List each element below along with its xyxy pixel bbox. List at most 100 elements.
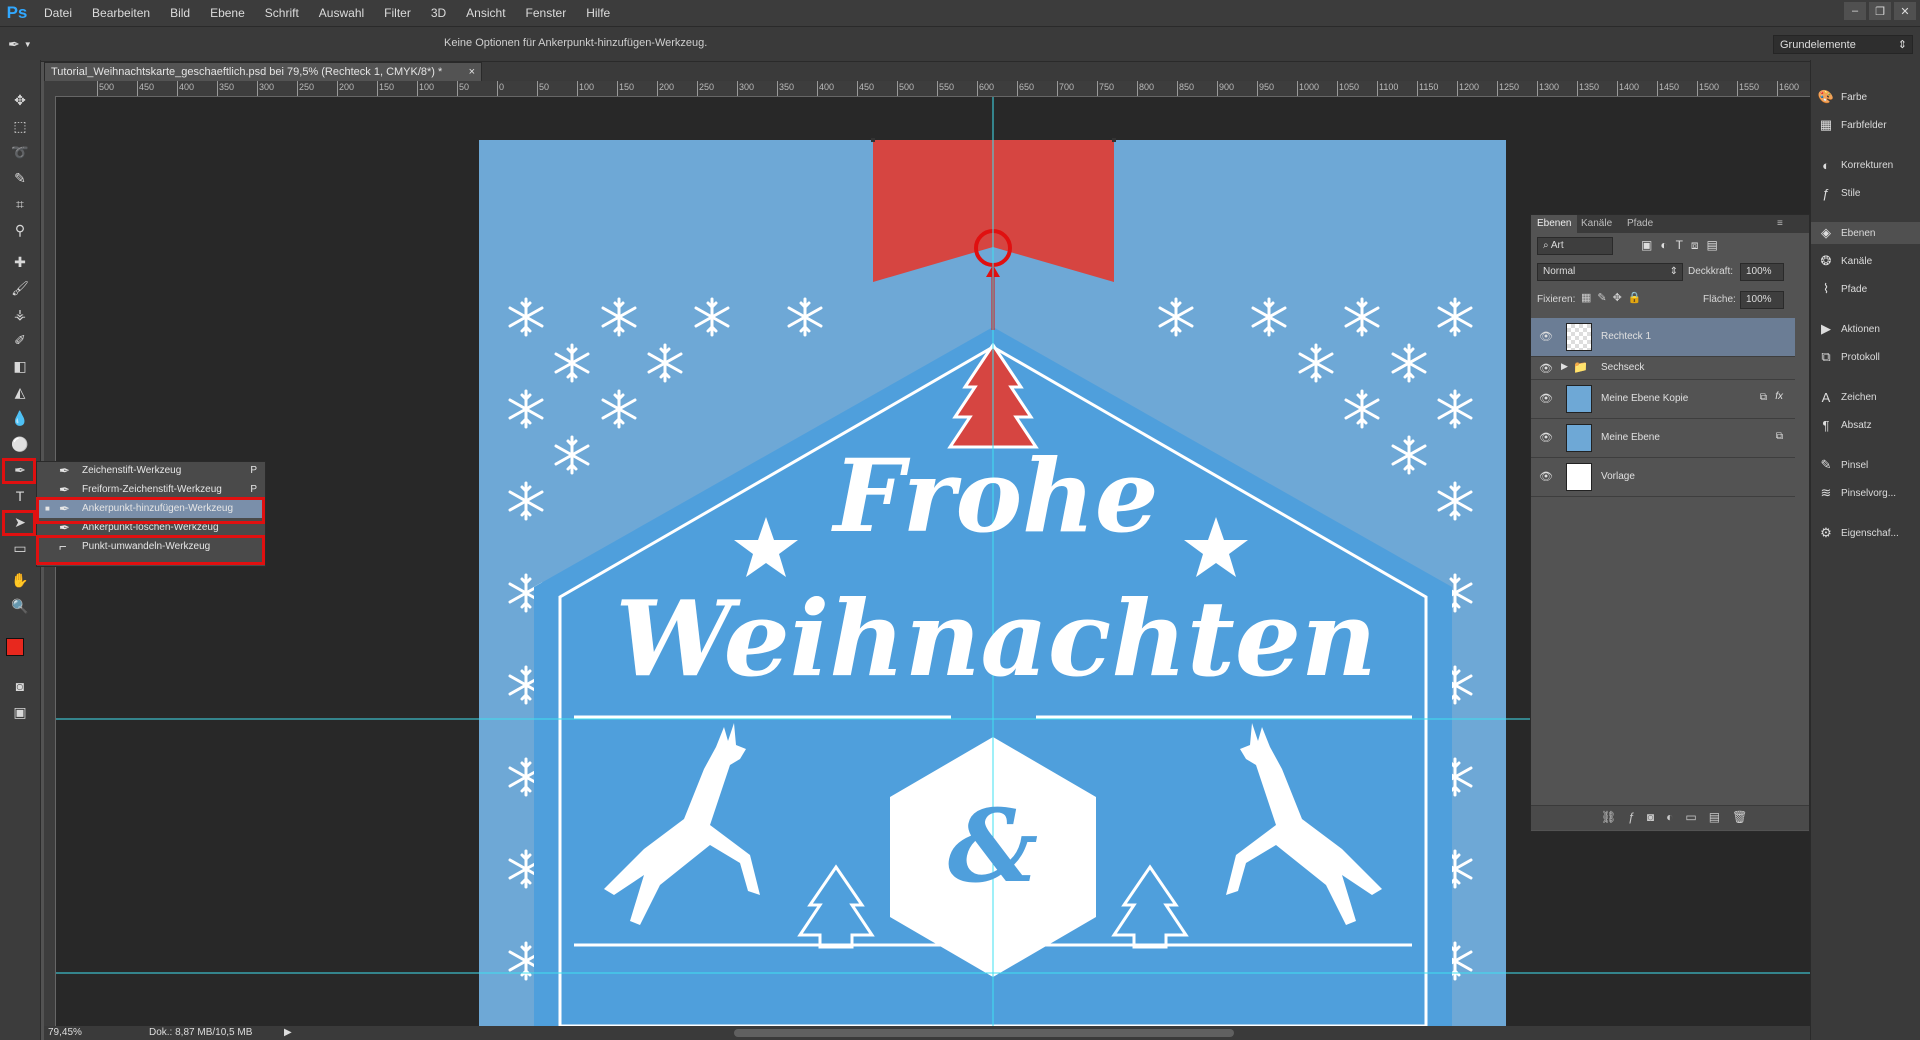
ruler-tick-label: 400 (179, 82, 195, 92)
healing-tool-icon[interactable]: ✚ (6, 250, 34, 274)
ruler-tick-label: 300 (259, 82, 275, 92)
horizontal-ruler[interactable]: 500 450 400 350 300 250 200 150 100 50 0 50 100 150 20… (44, 81, 1810, 97)
visibility-eye-icon[interactable]: 👁 (1539, 392, 1553, 405)
dodge-tool-icon[interactable]: ⚪ (6, 432, 34, 456)
tab-kanaele[interactable]: Kanäle (1575, 215, 1618, 233)
shape-tool-icon[interactable]: ▭ (6, 536, 34, 560)
menu-auswahl[interactable]: Auswahl (309, 0, 374, 26)
ruler-tick-label: 600 (979, 82, 995, 92)
layer-row-rechteck-1[interactable]: 👁 Rechteck 1 (1531, 318, 1795, 357)
stamp-tool-icon[interactable]: ⚶ (6, 302, 34, 326)
restore-button[interactable]: ❐ (1869, 2, 1891, 20)
tab-ebenen[interactable]: Ebenen (1531, 215, 1578, 233)
dock-kanaele[interactable]: ❂ Kanäle (1811, 250, 1920, 272)
close-button[interactable]: ✕ (1894, 2, 1916, 20)
ruler-tick-label: 950 (1259, 82, 1275, 92)
layer-row-meine-ebene-kopie[interactable]: 👁 Meine Ebene Kopie ⧉ fx (1531, 380, 1795, 419)
flyout-item-convert-point[interactable]: ⌐ Punkt-umwandeln-Werkzeug (37, 538, 265, 556)
menu-ansicht[interactable]: Ansicht (456, 0, 515, 26)
history-brush-icon[interactable]: ✐ (6, 328, 34, 352)
quick-select-tool-icon[interactable]: ✎ (6, 166, 34, 190)
move-tool-icon[interactable]: ✥ (6, 88, 34, 112)
type-tool-icon[interactable]: T (6, 484, 34, 508)
blend-mode-select[interactable]: Normal ⇕ (1537, 263, 1683, 281)
ruler-tick-label: 50 (459, 82, 470, 92)
flyout-item-pen[interactable]: ✒ Zeichenstift-Werkzeug P (37, 462, 265, 480)
close-tab-icon[interactable]: × (469, 63, 475, 82)
ruler-tick-label: 250 (299, 82, 315, 92)
dock-korrekturen[interactable]: ◐ Korrekturen (1811, 154, 1920, 176)
panel-menu-icon[interactable]: ≡ (1771, 215, 1789, 233)
minimize-button[interactable]: – (1844, 2, 1866, 20)
dock-stile[interactable]: ƒ Stile (1811, 182, 1920, 204)
zoom-tool-icon[interactable]: 🔍 (6, 594, 34, 618)
layer-action-icons[interactable]: ⛓ƒ◙◐▭▤🗑 (1601, 810, 1759, 824)
screen-mode-icon[interactable]: ▣ (6, 700, 34, 724)
tab-pfade[interactable]: Pfade (1621, 215, 1659, 233)
layer-filter-icons[interactable]: ▣◐T⧈▤ (1641, 238, 1726, 253)
dock-farbe[interactable]: 🎨 Farbe (1811, 86, 1920, 108)
ruler-tick-label: 1600 (1779, 82, 1800, 92)
menu-3d[interactable]: 3D (421, 0, 456, 26)
workspace-select[interactable]: Grundelemente ⇕ (1773, 35, 1913, 54)
flyout-item-freeform-pen[interactable]: ✒ Freiform-Zeichenstift-Werkzeug P (37, 481, 265, 499)
swatches-icon: ▦ (1819, 117, 1833, 132)
foreground-color-swatch[interactable] (6, 638, 24, 656)
horizontal-scrollbar[interactable] (734, 1029, 1234, 1037)
status-menu-arrow-icon[interactable]: ▶ (284, 1027, 292, 1038)
menu-datei[interactable]: Datei (34, 0, 82, 26)
ruler-tick-label: 700 (1059, 82, 1075, 92)
visibility-eye-icon[interactable]: 👁 (1539, 330, 1553, 343)
opacity-input[interactable]: 100% (1740, 263, 1784, 281)
menu-ebene[interactable]: Ebene (200, 0, 255, 26)
dock-pinsel[interactable]: ✎ Pinsel (1811, 454, 1920, 476)
dock-pinselvorgaben[interactable]: ≋ Pinselvorg... (1811, 482, 1920, 504)
menu-bild[interactable]: Bild (160, 0, 200, 26)
paragraph-icon: ¶ (1822, 417, 1830, 433)
dock-protokoll[interactable]: ⧉ Protokoll (1811, 346, 1920, 368)
dock-eigenschaften[interactable]: ⚙ Eigenschaf... (1811, 522, 1920, 544)
visibility-eye-icon[interactable]: 👁 (1539, 362, 1553, 375)
menu-filter[interactable]: Filter (374, 0, 421, 26)
dock-aktionen[interactable]: ▶ Aktionen (1811, 318, 1920, 340)
layer-row-vorlage[interactable]: 👁 Vorlage (1531, 458, 1795, 497)
lasso-tool-icon[interactable]: ➰ (6, 140, 34, 164)
dock-ebenen[interactable]: ◈ Ebenen (1811, 222, 1920, 244)
layer-row-meine-ebene[interactable]: 👁 Meine Ebene ⧉ (1531, 419, 1795, 458)
tool-preset-picker[interactable]: ✒ ▼ (8, 32, 54, 56)
ruler-tick-label: 350 (779, 82, 795, 92)
brush-tool-icon[interactable]: 🖌 (6, 276, 34, 300)
lock-icons[interactable]: ▦✎✥🔒 (1581, 291, 1648, 304)
quick-mask-icon[interactable]: ◙ (6, 674, 34, 698)
fill-input[interactable]: 100% (1740, 291, 1784, 309)
photoshop-logo: Ps (6, 3, 28, 22)
eyedropper-tool-icon[interactable]: ⚲ (6, 218, 34, 242)
marquee-tool-icon[interactable]: ⬚ (6, 114, 34, 138)
dock-pfade[interactable]: ⌇ Pfade (1811, 278, 1920, 300)
crop-tool-icon[interactable]: ⌗ (6, 192, 34, 216)
ruler-tick (1337, 81, 1338, 96)
flyout-item-delete-anchor[interactable]: ✒ Ankerpunkt-löschen-Werkzeug (37, 519, 265, 537)
path-select-tool-icon[interactable]: ➤ (6, 510, 34, 534)
fx-icon[interactable]: fx (1775, 391, 1783, 402)
zoom-level[interactable]: 79,45% (48, 1027, 82, 1038)
menu-fenster[interactable]: Fenster (516, 0, 577, 26)
flyout-item-add-anchor[interactable]: ■ ✒ Ankerpunkt-hinzufügen-Werkzeug (37, 500, 265, 518)
menu-schrift[interactable]: Schrift (255, 0, 309, 26)
paint-bucket-icon[interactable]: ◭ (6, 380, 34, 404)
layer-filter-select[interactable]: ⌕ Art (1537, 237, 1613, 255)
blur-tool-icon[interactable]: 💧 (6, 406, 34, 430)
dock-zeichen[interactable]: A Zeichen (1811, 386, 1920, 408)
visibility-eye-icon[interactable]: 👁 (1539, 470, 1553, 483)
document-tab[interactable]: Tutorial_Weihnachtskarte_geschaeftlich.p… (44, 62, 482, 81)
hand-tool-icon[interactable]: ✋ (6, 568, 34, 592)
layer-row-sechseck[interactable]: 👁 ▶ 📁 Sechseck (1531, 357, 1795, 380)
expand-triangle-icon[interactable]: ▶ (1561, 361, 1568, 372)
dock-absatz[interactable]: ¶ Absatz (1811, 414, 1920, 436)
dock-farbfelder[interactable]: ▦ Farbfelder (1811, 114, 1920, 136)
menu-hilfe[interactable]: Hilfe (576, 0, 620, 26)
visibility-eye-icon[interactable]: 👁 (1539, 431, 1553, 444)
menu-bearbeiten[interactable]: Bearbeiten (82, 0, 160, 26)
pen-tool-icon[interactable]: ✒ (6, 458, 34, 482)
eraser-tool-icon[interactable]: ◧ (6, 354, 34, 378)
